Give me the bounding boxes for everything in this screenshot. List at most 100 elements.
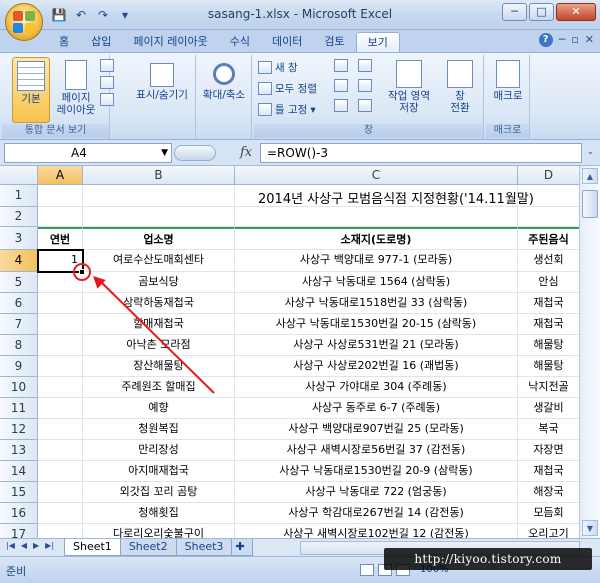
data-cell[interactable]: 사상구 사상로531번길 21 (모라동) <box>235 335 518 356</box>
data-cell[interactable] <box>38 377 83 398</box>
data-cell[interactable] <box>38 314 83 335</box>
data-cell[interactable]: 복국 <box>518 419 579 440</box>
data-cell[interactable]: 재첩국 <box>518 461 579 482</box>
workbook-close-button[interactable]: ✕ <box>585 33 594 47</box>
data-cell[interactable]: 아낙촌 모라점 <box>83 335 235 356</box>
tab-2[interactable]: 페이지 레이아웃 <box>122 32 218 52</box>
data-cell[interactable]: 사상구 낙동대로1530번길 20-15 (삼락동) <box>235 314 518 335</box>
data-cell[interactable]: 사상구 백양대로907번길 25 (모라동) <box>235 419 518 440</box>
row-header-9[interactable]: 9 <box>0 356 38 377</box>
data-cell[interactable]: 재첩국 <box>518 293 579 314</box>
row-header-12[interactable]: 12 <box>0 419 38 440</box>
data-cell[interactable] <box>38 440 83 461</box>
full-screen-icon[interactable] <box>100 93 114 106</box>
data-cell[interactable]: 해물탕 <box>518 335 579 356</box>
page-layout-view-button[interactable]: 페이지 레이아웃 <box>56 57 96 123</box>
data-cell[interactable]: 사상구 가야대로 304 (주례동) <box>235 377 518 398</box>
data-cell[interactable]: 생갈비 <box>518 398 579 419</box>
data-cell[interactable]: 자장면 <box>518 440 579 461</box>
arrange-all-button[interactable]: 모두 정렬 <box>258 80 317 97</box>
data-cell[interactable]: 외갓집 꼬리 곰탕 <box>83 482 235 503</box>
column-header-a[interactable]: A <box>38 166 83 185</box>
row-header-15[interactable]: 15 <box>0 482 38 503</box>
split-icon[interactable] <box>334 59 348 72</box>
vertical-scrollbar[interactable]: ▲ ▼ <box>579 166 600 538</box>
minimize-button[interactable]: ─ <box>502 3 527 21</box>
data-cell[interactable]: 사상구 새벽시장로56번길 37 (감전동) <box>235 440 518 461</box>
row-header-2[interactable]: 2 <box>0 207 38 227</box>
view-side-by-side-icon[interactable] <box>358 59 372 72</box>
cell[interactable] <box>235 207 518 227</box>
workbook-minimize-button[interactable]: ─ <box>559 33 566 47</box>
save-workspace-button[interactable]: 작업 영역 저장 <box>382 57 436 123</box>
tab-3[interactable]: 수식 <box>219 32 261 52</box>
data-cell[interactable]: 낙지전골 <box>518 377 579 398</box>
data-cell[interactable]: 주례원조 할매집 <box>83 377 235 398</box>
data-cell[interactable] <box>38 461 83 482</box>
data-cell[interactable]: 모듬회 <box>518 503 579 524</box>
cell[interactable] <box>38 185 83 207</box>
scroll-up-icon[interactable]: ▲ <box>582 168 598 184</box>
data-cell[interactable]: 사상구 학감대로267번길 14 (감전동) <box>235 503 518 524</box>
cell[interactable] <box>518 207 579 227</box>
row-header-5[interactable]: 5 <box>0 272 38 293</box>
tab-5[interactable]: 검토 <box>313 32 355 52</box>
data-cell[interactable]: 재첩국 <box>518 314 579 335</box>
row-header-6[interactable]: 6 <box>0 293 38 314</box>
data-cell[interactable] <box>38 419 83 440</box>
office-button[interactable] <box>5 3 43 41</box>
tab-4[interactable]: 데이터 <box>261 32 313 52</box>
cell[interactable] <box>38 207 83 227</box>
cell[interactable] <box>235 185 518 207</box>
data-cell[interactable]: 오리고기 <box>518 524 579 538</box>
synchronous-scrolling-icon[interactable] <box>358 79 372 92</box>
next-sheet-icon[interactable]: ▶ <box>33 541 39 550</box>
data-cell[interactable]: 청원복집 <box>83 419 235 440</box>
name-box[interactable]: A4 ▼ <box>4 143 172 163</box>
first-sheet-icon[interactable]: |◀ <box>6 541 15 550</box>
data-cell[interactable] <box>38 398 83 419</box>
show-hide-button[interactable]: 표시/숨기기 <box>131 57 193 123</box>
data-cell[interactable] <box>38 482 83 503</box>
row-header-13[interactable]: 13 <box>0 440 38 461</box>
data-cell[interactable]: 청해횟집 <box>83 503 235 524</box>
sheet-tab-3[interactable]: Sheet3 <box>175 539 233 556</box>
row-header-10[interactable]: 10 <box>0 377 38 398</box>
sheet-tab-1[interactable]: Sheet1 <box>64 539 121 556</box>
chevron-down-icon[interactable]: ▼ <box>161 144 168 162</box>
formula-input[interactable]: =ROW()-3 <box>260 143 582 163</box>
tab-6[interactable]: 보기 <box>355 32 400 52</box>
data-cell[interactable]: 할매재첩국 <box>83 314 235 335</box>
data-cell[interactable]: 사상구 동주로 6-7 (주례동) <box>235 398 518 419</box>
scroll-down-icon[interactable]: ▼ <box>582 520 598 536</box>
cell[interactable] <box>518 185 579 207</box>
select-all-corner[interactable] <box>0 166 38 185</box>
row-header-7[interactable]: 7 <box>0 314 38 335</box>
data-cell[interactable] <box>38 293 83 314</box>
row-header-14[interactable]: 14 <box>0 461 38 482</box>
data-cell[interactable]: 장산해물탕 <box>83 356 235 377</box>
data-cell[interactable]: 사상구 사상로202번길 16 (괘법동) <box>235 356 518 377</box>
data-cell[interactable]: 곰보식당 <box>83 272 235 293</box>
freeze-panes-button[interactable]: 틀 고정 ▾ <box>258 101 316 118</box>
page-break-preview-icon[interactable] <box>100 59 114 72</box>
hide-window-icon[interactable] <box>334 79 348 92</box>
zoom-button[interactable]: 확대/축소 <box>196 57 252 123</box>
normal-view-button[interactable]: 기본 <box>12 57 50 123</box>
cell[interactable] <box>83 185 235 207</box>
data-cell[interactable] <box>38 503 83 524</box>
data-cell[interactable]: 안심 <box>518 272 579 293</box>
row-header-4[interactable]: 4 <box>0 250 38 272</box>
insert-sheet-icon[interactable]: ✚ <box>231 539 254 556</box>
data-cell[interactable] <box>38 335 83 356</box>
prev-sheet-icon[interactable]: ◀ <box>21 541 27 550</box>
data-cell[interactable]: 삼락하동재첩국 <box>83 293 235 314</box>
header-cell[interactable]: 주된음식 <box>518 227 579 250</box>
data-cell[interactable]: 사상구 낙동대로 1564 (삼락동) <box>235 272 518 293</box>
header-cell[interactable]: 소재지(도로명) <box>235 227 518 250</box>
reset-window-position-icon[interactable] <box>358 99 372 112</box>
data-cell[interactable]: 여로수산도매회센타 <box>83 250 235 272</box>
maximize-button[interactable]: □ <box>529 3 554 21</box>
data-cell[interactable]: 사상구 낙동대로 722 (엄궁동) <box>235 482 518 503</box>
switch-windows-button[interactable]: 창 전환 <box>440 57 480 123</box>
